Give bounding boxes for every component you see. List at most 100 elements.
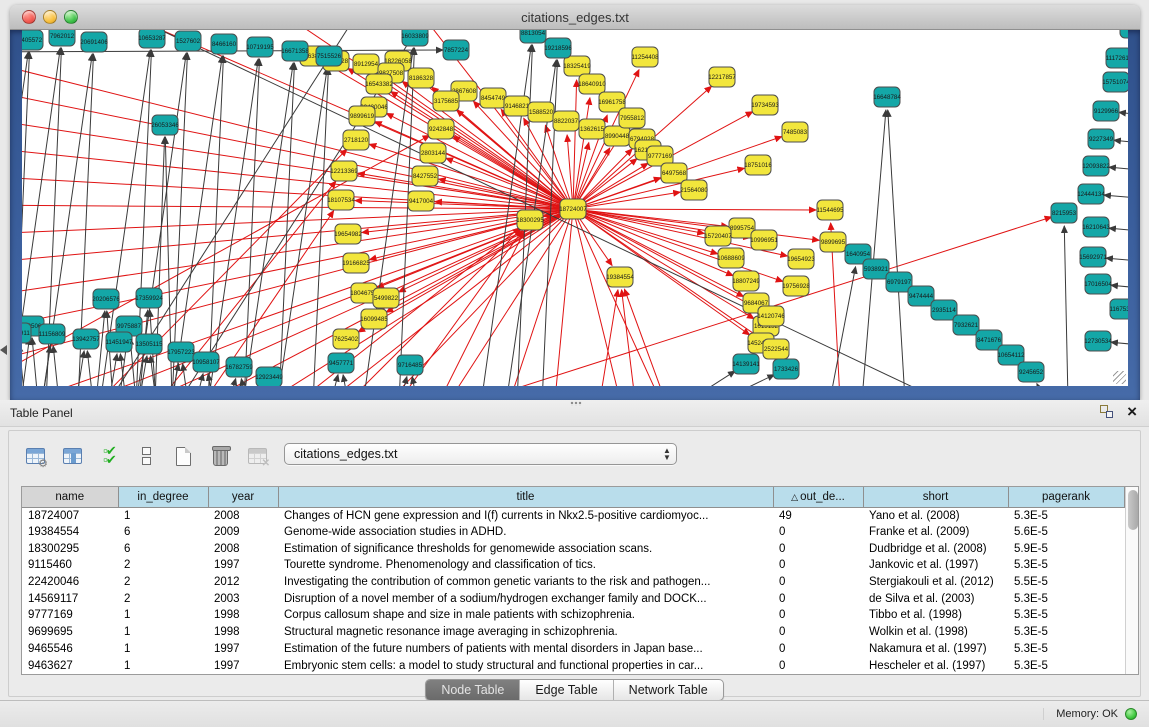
table-row[interactable]: 2242004622012Investigating the contribut… xyxy=(22,574,1124,591)
table-row[interactable]: 1830029562008Estimation of significance … xyxy=(22,540,1124,557)
graph-node[interactable]: 12730534 xyxy=(1084,331,1112,351)
create-column-button[interactable] xyxy=(169,443,197,469)
graph-edge[interactable] xyxy=(1104,195,1128,200)
table-mode-button[interactable]: ⚙ xyxy=(21,443,49,469)
graph-edge[interactable] xyxy=(1111,285,1128,290)
graph-node[interactable]: 18751016 xyxy=(744,155,772,175)
float-panel-icon[interactable] xyxy=(1100,405,1113,418)
graph-node[interactable]: 10958107 xyxy=(192,352,220,372)
graph-node[interactable]: 20206576 xyxy=(92,289,120,309)
graph-node[interactable]: 1733426 xyxy=(773,359,799,379)
graph-node[interactable]: 15692971 xyxy=(1079,247,1107,267)
graph-node[interactable]: 18807249 xyxy=(732,271,760,291)
close-panel-icon[interactable]: × xyxy=(1127,405,1137,418)
graph-node[interactable]: 7625402 xyxy=(333,329,359,349)
graph-node[interactable]: 15751074 xyxy=(1102,72,1128,92)
delete-column-button[interactable] xyxy=(206,443,234,469)
graph-node[interactable]: 8215953 xyxy=(1051,203,1077,223)
graph-edge[interactable] xyxy=(1114,140,1128,145)
graph-node[interactable]: 14120746 xyxy=(757,306,785,326)
graph-edge[interactable] xyxy=(229,379,236,386)
graph-node[interactable]: 12444134 xyxy=(1077,184,1105,204)
graph-edge[interactable] xyxy=(1109,228,1128,233)
graph-node[interactable]: 17957223 xyxy=(167,342,195,362)
graph-edge[interactable] xyxy=(624,289,665,386)
graph-node[interactable]: 14139141 xyxy=(732,354,760,374)
graph-node[interactable]: 7962012 xyxy=(49,30,75,46)
graph-node[interactable]: 1527602 xyxy=(175,31,201,51)
graph-node[interactable]: 9245652 xyxy=(1018,362,1044,382)
table-selector-dropdown[interactable]: citations_edges.txt ▲▼ xyxy=(284,443,677,465)
tab-network-table[interactable]: Network Table xyxy=(613,680,723,700)
graph-node[interactable]: 8912954 xyxy=(353,54,379,74)
graph-node[interactable]: 19218596 xyxy=(544,38,572,58)
table-row[interactable]: 946554611997Estimation of the future num… xyxy=(22,641,1124,658)
column-header-short[interactable]: short xyxy=(863,487,1008,507)
graph-node[interactable]: 12213369 xyxy=(330,161,358,181)
graph-node[interactable]: 9899619 xyxy=(349,106,375,126)
show-columns-button[interactable] xyxy=(58,443,86,469)
graph-node[interactable]: 17016504 xyxy=(1084,274,1112,294)
graph-edge[interactable] xyxy=(87,351,93,386)
tab-edge-table[interactable]: Edge Table xyxy=(519,680,612,700)
graph-node[interactable]: 15720407 xyxy=(704,226,732,246)
graph-node[interactable]: 8427552 xyxy=(412,166,438,186)
graph-node[interactable]: 9227349 xyxy=(1088,129,1114,149)
panel-collapse-arrow[interactable] xyxy=(0,345,7,355)
citation-network-graph[interactable]: 7963822966012889129541822605898275081654… xyxy=(22,30,1128,386)
graph-node[interactable]: 9899695 xyxy=(820,232,846,252)
graph-node[interactable]: 13942757 xyxy=(72,329,100,349)
graph-node[interactable]: 17359924 xyxy=(135,288,163,308)
graph-node[interactable]: 16671358 xyxy=(281,41,309,61)
table-scrollbar[interactable] xyxy=(1125,487,1139,674)
graph-node[interactable]: 3175685 xyxy=(433,91,459,111)
graph-node[interactable]: 9146821 xyxy=(504,96,530,116)
graph-node[interactable]: 19166825 xyxy=(342,253,370,273)
graph-node[interactable]: 2718120 xyxy=(343,130,369,150)
graph-edge[interactable] xyxy=(172,56,222,386)
graph-edge[interactable] xyxy=(722,375,774,386)
graph-node[interactable]: 7485083 xyxy=(782,122,808,142)
graph-node[interactable]: 16210643 xyxy=(1082,217,1110,237)
graph-node[interactable]: 21564080 xyxy=(680,180,708,200)
graph-node[interactable]: 9277456 xyxy=(1120,30,1128,38)
graph-node[interactable]: 18724007 xyxy=(559,199,587,219)
graph-node[interactable]: 8466160 xyxy=(211,34,237,54)
graph-node[interactable]: 8471676 xyxy=(976,330,1002,350)
select-columns-button[interactable]: ▫✔▫✔ xyxy=(95,443,123,469)
graph-node[interactable]: 10653287 xyxy=(138,30,166,48)
graph-node[interactable]: 10719195 xyxy=(246,37,274,57)
graph-edge[interactable] xyxy=(622,290,635,386)
graph-node[interactable]: 19756928 xyxy=(782,276,810,296)
graph-node[interactable]: 11675319 xyxy=(1109,299,1128,319)
graph-edge[interactable] xyxy=(690,371,735,386)
graph-node[interactable]: 19734593 xyxy=(751,95,779,115)
graph-edge[interactable] xyxy=(888,110,905,386)
graph-edge[interactable] xyxy=(1037,384,1045,386)
table-row[interactable]: 1456911722003Disruption of a novel membe… xyxy=(22,590,1124,607)
graph-edge[interactable] xyxy=(600,290,618,386)
graph-node[interactable]: 1362615 xyxy=(579,119,605,139)
scrollbar-thumb[interactable] xyxy=(1128,490,1138,530)
graph-node[interactable]: 7932621 xyxy=(953,315,979,335)
graph-edge[interactable] xyxy=(450,209,573,386)
table-row[interactable]: 911546021997Tourette syndrome. Phenomeno… xyxy=(22,557,1124,574)
graph-edge[interactable] xyxy=(1106,258,1128,263)
resize-grip[interactable] xyxy=(1113,371,1126,384)
graph-node[interactable]: 11544695 xyxy=(816,200,844,220)
graph-node[interactable]: 16099485 xyxy=(360,309,388,329)
graph-node[interactable]: 10996951 xyxy=(750,230,778,250)
column-header-in-degree[interactable]: in_degree xyxy=(118,487,208,507)
graph-node[interactable]: 19654923 xyxy=(787,249,815,269)
graph-node[interactable]: 5938921 xyxy=(863,259,889,279)
graph-edge[interactable] xyxy=(510,209,573,386)
graph-node[interactable]: 7857224 xyxy=(443,40,469,60)
graph-node[interactable]: 19384554 xyxy=(606,267,634,287)
graph-node[interactable]: 18107534 xyxy=(327,190,355,210)
graph-node[interactable]: 8822037 xyxy=(553,111,579,131)
column-header-pagerank[interactable]: pagerank xyxy=(1008,487,1124,507)
graph-node[interactable]: 18640910 xyxy=(578,74,606,94)
graph-edge[interactable] xyxy=(1109,167,1128,172)
column-header-name[interactable]: name xyxy=(22,487,118,507)
graph-node[interactable]: 26053346 xyxy=(151,115,179,135)
